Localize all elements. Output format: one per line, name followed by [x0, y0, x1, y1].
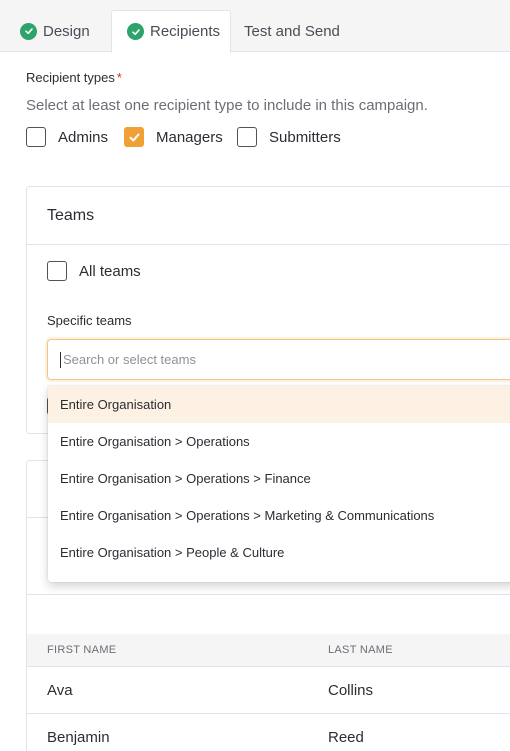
divider	[27, 594, 510, 595]
recipient-types-label: Recipient types *	[26, 70, 122, 85]
recipient-types-help: Select at least one recipient type to in…	[26, 97, 428, 114]
tab-design[interactable]: Design	[20, 10, 90, 52]
dropdown-option[interactable]: Entire Organisation	[48, 386, 510, 423]
tab-recipients[interactable]: Recipients	[111, 10, 231, 53]
checkbox-admins-label: Admins	[58, 128, 109, 146]
team-search-placeholder: Search or select teams	[63, 352, 196, 367]
dropdown-option[interactable]: Entire Organisation > Operations	[48, 423, 510, 460]
check-circle-icon	[127, 23, 144, 40]
tab-recipients-label: Recipients	[150, 23, 221, 40]
checkbox-managers[interactable]: Managers	[124, 127, 223, 147]
cell-first-name: Ava	[47, 682, 73, 699]
checkbox-submitters[interactable]: Submitters	[237, 127, 341, 147]
table-header: FIRST NAME LAST NAME	[27, 634, 510, 667]
cell-last-name: Reed	[328, 729, 364, 746]
checkbox-all-teams[interactable]: All teams	[47, 261, 141, 281]
checkbox-managers-label: Managers	[156, 128, 223, 146]
table-row[interactable]: Ava Collins	[27, 667, 510, 714]
checkbox-box[interactable]	[237, 127, 257, 147]
column-header-last-name[interactable]: LAST NAME	[328, 644, 393, 656]
tab-test-and-send-label: Test and Send	[244, 22, 340, 40]
cell-first-name: Benjamin	[47, 729, 110, 746]
specific-teams-label: Specific teams	[47, 313, 132, 328]
tab-bar: Design Recipients Test and Send	[0, 0, 510, 53]
cell-last-name: Collins	[328, 682, 374, 699]
required-marker: *	[116, 70, 122, 85]
tab-test-and-send[interactable]: Test and Send	[244, 10, 340, 52]
team-dropdown-menu: Entire Organisation Entire Organisation …	[48, 386, 510, 582]
teams-card-title: Teams	[27, 187, 510, 245]
checkbox-all-teams-label: All teams	[79, 262, 141, 280]
text-cursor	[60, 351, 61, 368]
check-circle-icon	[20, 22, 37, 40]
checkbox-admins[interactable]: Admins	[26, 127, 108, 147]
column-header-first-name[interactable]: FIRST NAME	[47, 644, 116, 656]
team-search-input[interactable]: Search or select teams	[47, 339, 510, 380]
dropdown-option[interactable]: Entire Organisation > Operations > Marke…	[48, 497, 510, 534]
checkmark-icon[interactable]	[124, 127, 144, 147]
dropdown-option[interactable]: Entire Organisation > Operations > Finan…	[48, 460, 510, 497]
tab-design-label: Design	[43, 22, 90, 40]
checkbox-submitters-label: Submitters	[269, 128, 341, 146]
checkbox-box[interactable]	[47, 261, 67, 281]
dropdown-option[interactable]: Entire Organisation > People & Culture	[48, 534, 510, 571]
table-row[interactable]: Benjamin Reed	[27, 714, 510, 751]
checkbox-box[interactable]	[26, 127, 46, 147]
